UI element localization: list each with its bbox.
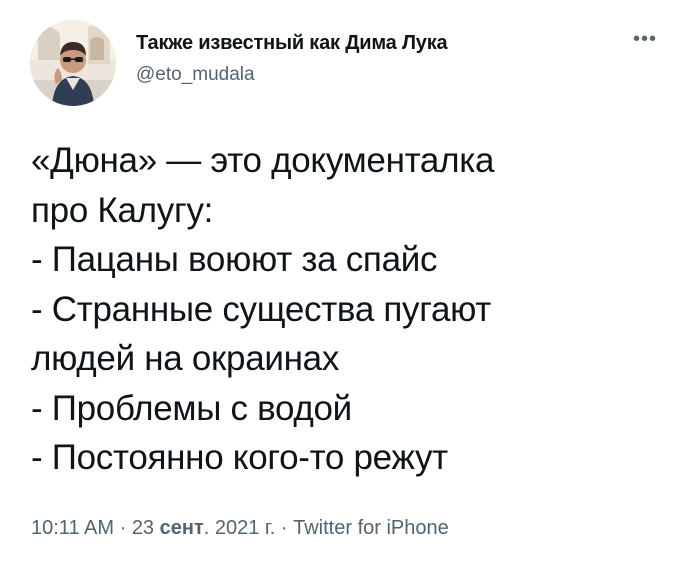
tweet-text: «Дюна» — это документалка про Калугу: - … [31, 136, 681, 483]
tweet-time[interactable]: 10:11 AM [31, 517, 114, 539]
tweet-date-day[interactable]: 23 [132, 517, 160, 539]
tweet-line: про Калугу: [31, 190, 214, 230]
tweet-line: - Постоянно кого-то режут [31, 438, 448, 477]
tweet-date-rest[interactable]: . 2021 г. [204, 517, 276, 539]
author-display-name[interactable]: Также известный как Дима Лука [136, 32, 588, 55]
tweet-card: Также известный как Дима Лука @eto_mudal… [0, 0, 700, 567]
meta-separator: · [275, 517, 294, 539]
meta-separator: · [114, 517, 132, 539]
avatar[interactable] [30, 20, 116, 106]
more-horizontal-icon: ••• [632, 27, 657, 50]
tweet-date-month[interactable]: сент [160, 517, 204, 539]
tweet-line: - Странные существа пугают [31, 289, 492, 329]
tweet-line: - Пацаны воюют за спайс [31, 240, 438, 279]
avatar-photo [30, 20, 116, 106]
tweet-line: - Проблемы с водой [31, 388, 352, 428]
tweet-line: «Дюна» — это документалка [31, 141, 495, 180]
tweet-line: людей на окраинах [31, 339, 340, 378]
author-handle[interactable]: @eto_mudala [136, 64, 255, 86]
tweet-source[interactable]: Twitter for iPhone [293, 517, 449, 539]
more-options-button[interactable]: ••• [622, 27, 668, 51]
tweet-metadata: 10:11 AM · 23 сент. 2021 г. · Twitter fo… [31, 517, 449, 540]
